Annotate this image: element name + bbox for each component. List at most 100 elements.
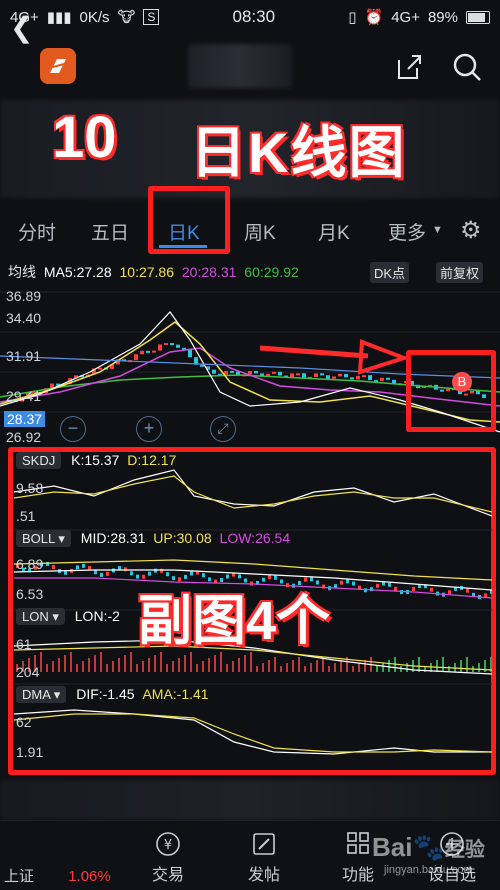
lon-bar (358, 663, 360, 672)
lon-bar (256, 666, 258, 672)
boll-candle (430, 587, 433, 592)
lon-bar (196, 664, 198, 672)
dma-tick-2: 1.91 (16, 744, 44, 760)
index-ticker[interactable]: 上证 1.06% (4, 865, 111, 886)
search-icon[interactable] (452, 52, 482, 82)
lon-bar (190, 652, 192, 672)
candle (386, 377, 390, 380)
fullscreen-icon[interactable]: ⤢ (210, 416, 236, 442)
tab-weekly-k[interactable]: 周K (244, 218, 276, 245)
chevron-down-icon: ▼ (432, 224, 443, 236)
boll-candle (64, 570, 67, 575)
zoom-in-icon[interactable]: + (136, 416, 162, 442)
lon-selector[interactable]: LON ▾ (16, 608, 65, 625)
skdj-tick-1: 9.58 (16, 480, 44, 496)
boll-candle (352, 581, 355, 586)
lon-bar (88, 658, 90, 672)
network-speed: 0K/s (79, 8, 110, 26)
lon-bar (70, 652, 72, 672)
boll-candle (124, 567, 127, 572)
index-name: 上证 (4, 868, 35, 885)
tab-five-day[interactable]: 五日 (91, 218, 129, 245)
lon-bar (310, 663, 312, 672)
candle (200, 364, 204, 367)
lon-bar (448, 666, 450, 672)
lon-bar (82, 661, 84, 672)
candle (98, 367, 102, 370)
lon-bar (334, 663, 336, 672)
gear-icon[interactable]: ⚙ (460, 216, 482, 245)
boll-candle (340, 580, 343, 585)
dma-header: DMA ▾ DIF:-1.45 AMA:-1.41 (16, 686, 209, 703)
candle (134, 354, 138, 361)
dk-point-button[interactable]: DK点 (370, 262, 410, 283)
boll-candle (76, 565, 79, 570)
y-tick-4: 29.41 (6, 388, 42, 404)
lon-bar (226, 664, 228, 672)
lon-bar (220, 652, 222, 672)
battery-icon (466, 10, 490, 24)
adjust-price-button[interactable]: 前复权 (436, 262, 484, 283)
candle (158, 344, 162, 351)
lon-bar (112, 661, 114, 672)
y-tick-3: 31.91 (6, 348, 42, 364)
boll-candle (346, 579, 349, 584)
lon-bar (118, 658, 120, 672)
tab-more[interactable]: 更多 (388, 218, 426, 245)
app-notification-icon: 🐮 (117, 9, 136, 26)
boll-candle (484, 593, 487, 598)
buy-point-marker[interactable]: B (452, 372, 472, 392)
lon-bar (52, 661, 54, 672)
lon-bar (184, 655, 186, 672)
post-button[interactable]: 发帖 (248, 831, 280, 885)
lon-bar (64, 655, 66, 672)
lon-bar (232, 661, 234, 672)
lon-bar (262, 663, 264, 672)
lon-bar (406, 663, 408, 672)
tab-intraday[interactable]: 分时 (18, 218, 56, 245)
ma60-value: 60:29.92 (244, 264, 299, 280)
overlay-number: 10 (52, 105, 117, 170)
functions-button[interactable]: 功能 (342, 831, 374, 885)
candle (176, 344, 180, 348)
lon-bar (178, 658, 180, 672)
boll-selector[interactable]: BOLL ▾ (16, 530, 71, 547)
lon-bar (388, 660, 390, 672)
boll-candle (94, 570, 97, 575)
lon-bar (172, 661, 174, 672)
app-logo (40, 48, 76, 84)
lon-bar (154, 655, 156, 672)
lon-bar (316, 660, 318, 672)
dma-selector[interactable]: DMA ▾ (16, 686, 67, 703)
alarm-icon: ⏰ (364, 9, 384, 26)
candle (140, 350, 144, 355)
lon-bar (364, 660, 366, 672)
zoom-out-icon[interactable]: − (60, 416, 86, 442)
signal-icon: ▮▮▮ (46, 9, 72, 26)
boll-candle (82, 563, 85, 568)
lon-bar (436, 660, 438, 672)
lon-name: LON (22, 609, 49, 624)
edit-icon (253, 833, 275, 855)
lon-bar (142, 661, 144, 672)
boll-candle (88, 566, 91, 571)
share-icon[interactable] (394, 52, 424, 82)
skdj-selector[interactable]: SKDJ (16, 452, 62, 469)
boll-candle (364, 588, 367, 593)
tab-monthly-k[interactable]: 月K (318, 218, 350, 245)
lon-bar (76, 664, 78, 672)
boll-tick-2: 6.53 (16, 586, 44, 602)
lon-bar (124, 655, 126, 672)
boll-candle (448, 590, 451, 595)
lon-bar (340, 660, 342, 672)
ma5-value: MA5:27.28 (43, 264, 112, 280)
candle (350, 377, 354, 380)
boll-name: BOLL (22, 531, 55, 546)
lon-bar (292, 660, 294, 672)
lon-bar (328, 666, 330, 672)
stock-name-blurred (188, 44, 292, 88)
watermark-brand: Bai (372, 832, 413, 862)
back-button[interactable]: ❮ (10, 10, 36, 46)
trade-button[interactable]: ¥ 交易 (152, 831, 184, 885)
lon-bar (94, 655, 96, 672)
